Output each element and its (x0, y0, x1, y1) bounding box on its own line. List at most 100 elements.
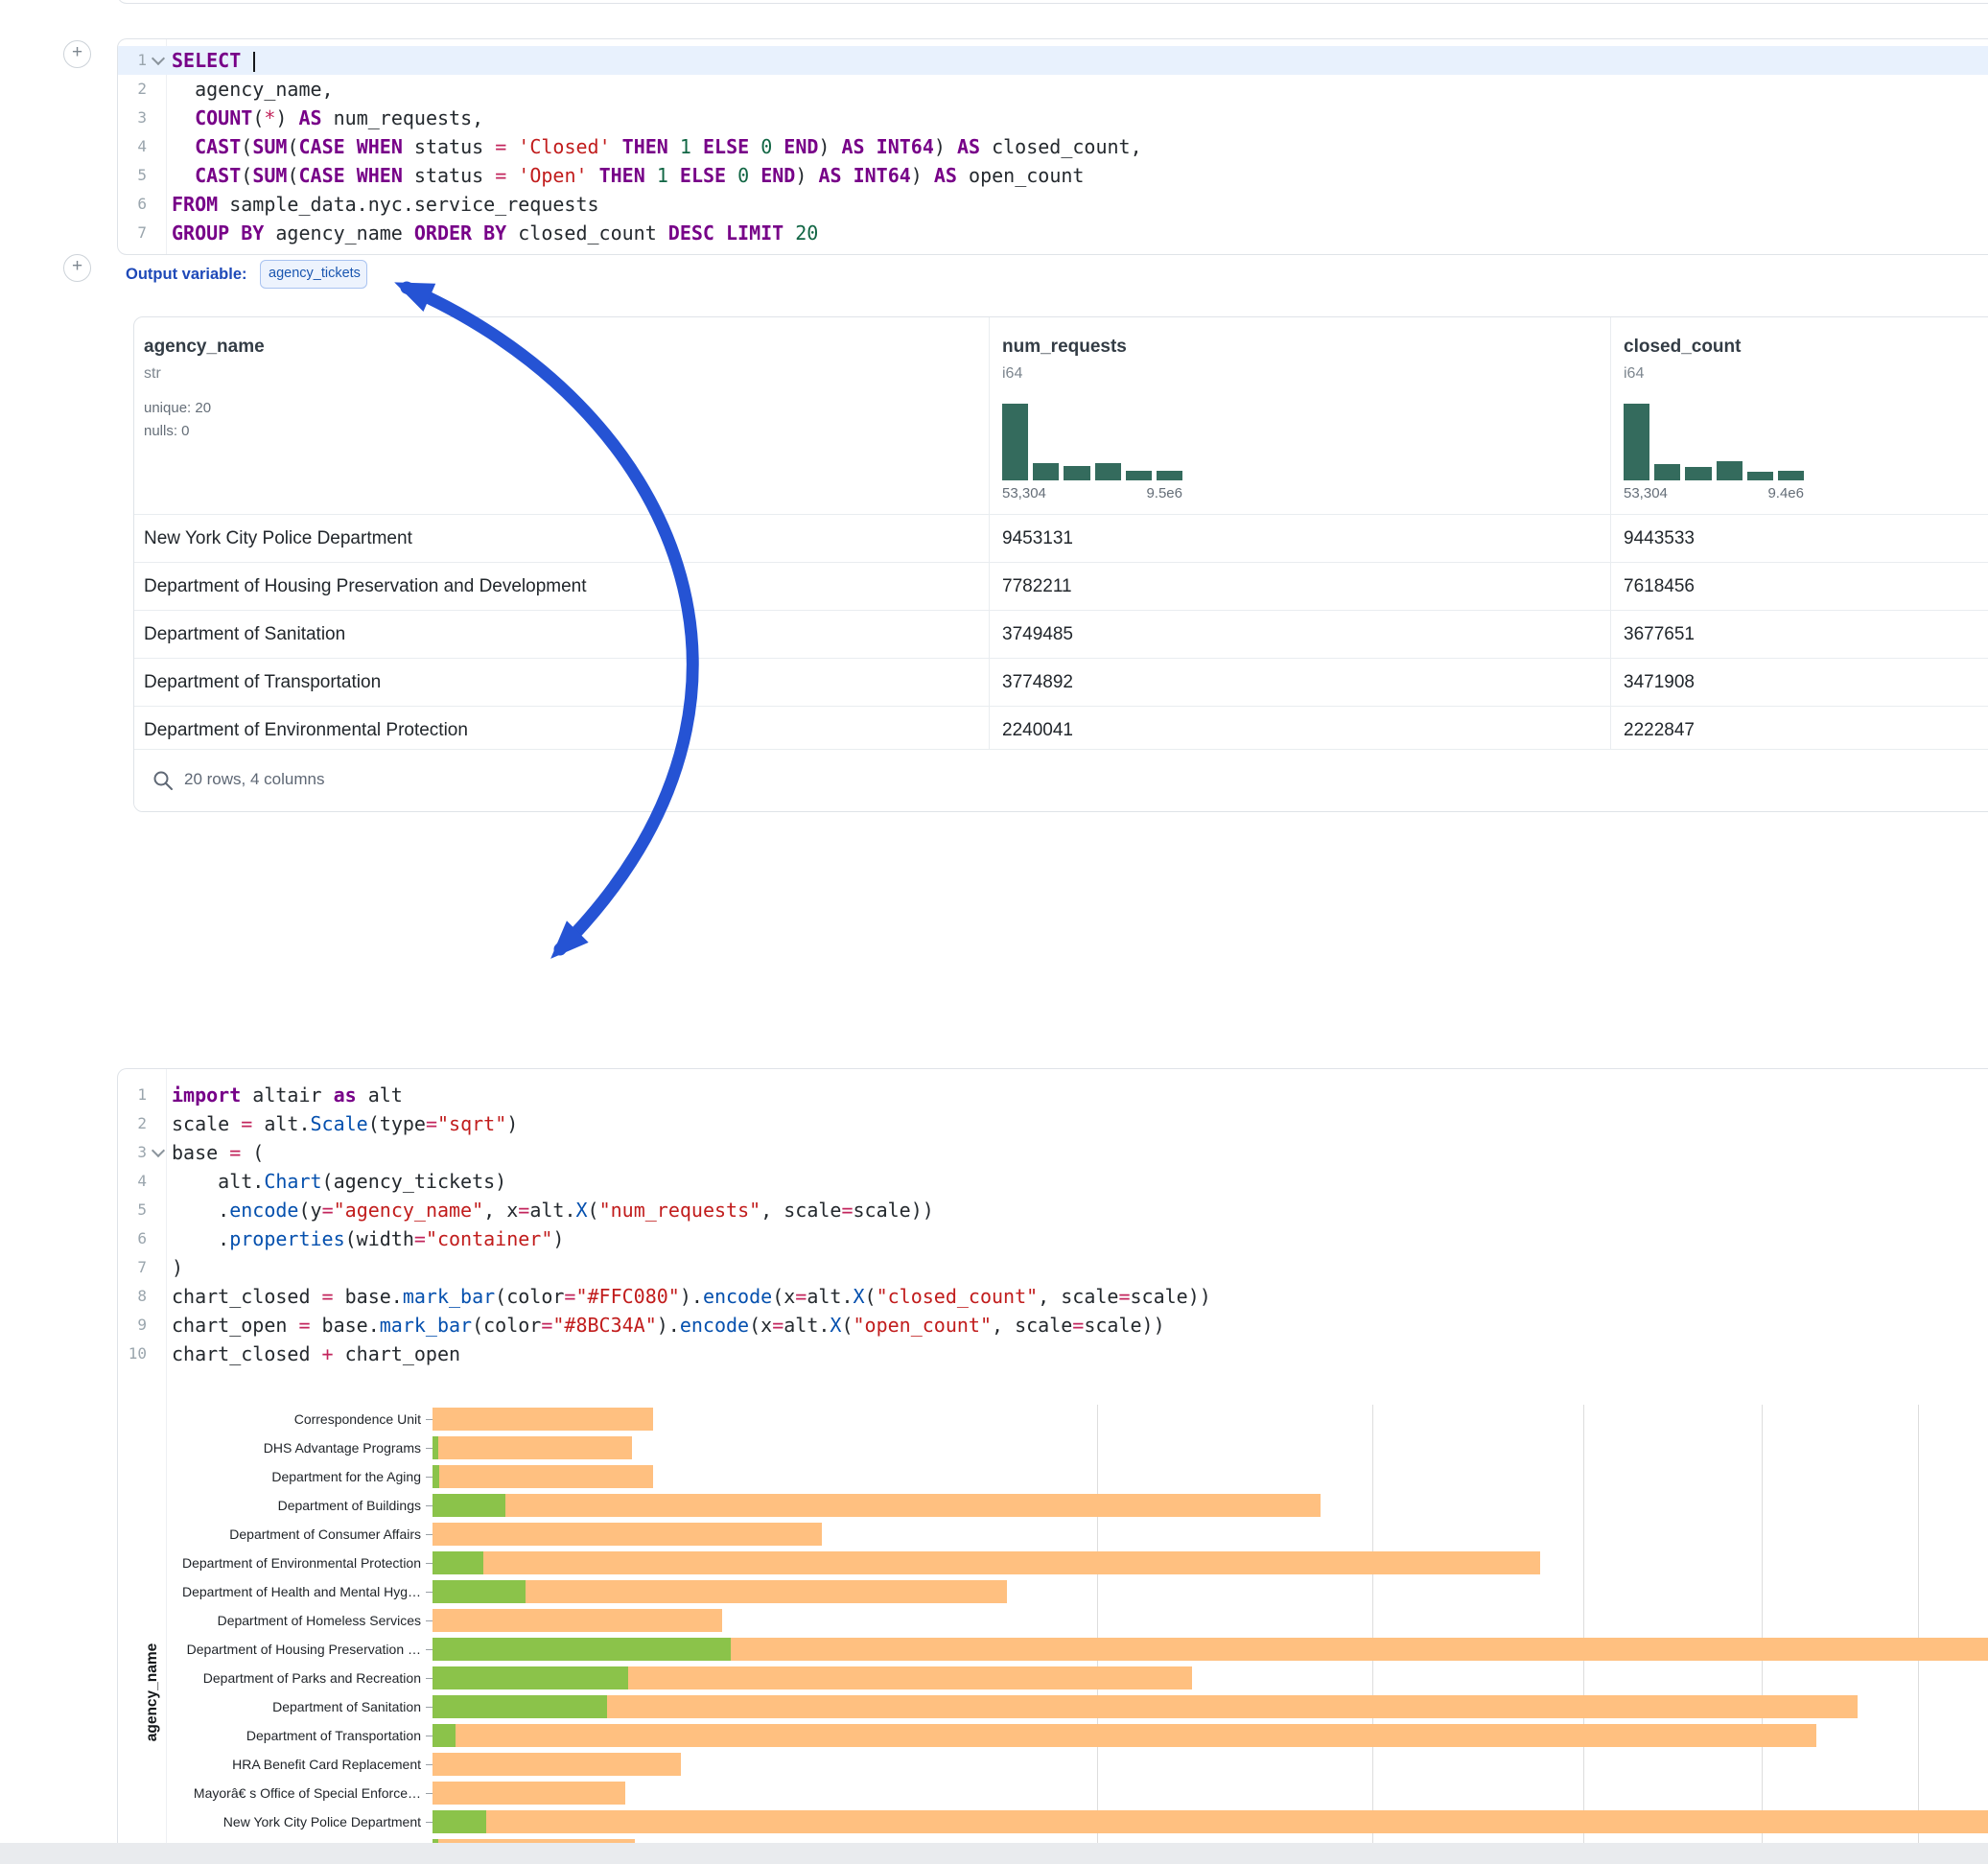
bar-closed (433, 1724, 1816, 1747)
y-axis-tick (426, 1620, 433, 1621)
code-text: CAST(SUM(CASE WHEN status = 'Closed' THE… (170, 132, 1142, 161)
table-row[interactable]: Department of Transportation377489234719… (134, 658, 1988, 706)
code-text: ) (170, 1253, 183, 1282)
fold-spacer (147, 104, 170, 132)
code-text: alt.Chart(agency_tickets) (170, 1167, 506, 1196)
code-text: FROM sample_data.nyc.service_requests (170, 190, 599, 219)
page-bottom-strip (0, 1843, 1988, 1864)
table-cell: 3749485 (1002, 611, 1073, 658)
histogram-bar (1126, 471, 1152, 480)
chart-y-axis-title: agency_name (141, 1405, 164, 1864)
sql-code-editor[interactable]: 1 SELECT 2 agency_name,3 COUNT(*) AS num_… (118, 46, 1988, 247)
histogram-bar (1778, 471, 1804, 480)
code-line[interactable]: 4 CAST(SUM(CASE WHEN status = 'Closed' T… (118, 132, 1988, 161)
code-line[interactable]: 7GROUP BY agency_name ORDER BY closed_co… (118, 219, 1988, 247)
column-stat: unique: 20 (144, 400, 211, 416)
column-stat: nulls: 0 (144, 423, 190, 439)
table-row[interactable]: Department of Sanitation37494853677651 (134, 610, 1988, 658)
fold-spacer (147, 1167, 170, 1196)
y-axis-tick (426, 1563, 433, 1564)
code-line[interactable]: 3base = ( (118, 1138, 1988, 1167)
line-number: 1 (118, 46, 147, 75)
y-axis-tick (426, 1793, 433, 1794)
code-line[interactable]: 3 COUNT(*) AS num_requests, (118, 104, 1988, 132)
code-line[interactable]: 8chart_closed = base.mark_bar(color="#FF… (118, 1282, 1988, 1311)
bar-open (433, 1436, 438, 1459)
chart-gridline (1583, 1405, 1584, 1864)
table-cell: 9443533 (1624, 515, 1695, 562)
fold-chevron-icon[interactable] (147, 46, 170, 75)
code-text: chart_closed + chart_open (170, 1340, 460, 1368)
table-cell: New York City Police Department (144, 515, 412, 562)
code-line[interactable]: 10chart_closed + chart_open (118, 1340, 1988, 1368)
code-line[interactable]: 5 CAST(SUM(CASE WHEN status = 'Open' THE… (118, 161, 1988, 190)
bar-closed (433, 1810, 1988, 1833)
code-text: SELECT (170, 46, 255, 75)
table-row[interactable]: Department of Environmental Protection22… (134, 706, 1988, 754)
bar-open (433, 1724, 456, 1747)
code-text: GROUP BY agency_name ORDER BY closed_cou… (170, 219, 818, 247)
bar-closed (433, 1782, 625, 1805)
code-line[interactable]: 6 FROM sample_data.nyc.service_requests (118, 190, 1988, 219)
fold-spacer (147, 161, 170, 190)
line-number: 5 (118, 1196, 147, 1224)
code-line[interactable]: 1import altair as alt (118, 1081, 1988, 1109)
code-text: base = ( (170, 1138, 264, 1167)
code-text: COUNT(*) AS num_requests, (170, 104, 483, 132)
code-line[interactable]: 1 SELECT (118, 46, 1988, 75)
histogram-bar (1654, 464, 1680, 480)
column-histogram (1624, 404, 1804, 480)
code-line[interactable]: 2scale = alt.Scale(type="sqrt") (118, 1109, 1988, 1138)
bar-closed (433, 1523, 822, 1546)
table-cell: Department of Sanitation (144, 611, 345, 658)
y-axis-tick (426, 1477, 433, 1478)
bar-closed (433, 1695, 1858, 1718)
code-text: .properties(width="container") (170, 1224, 564, 1253)
y-axis-tick (426, 1448, 433, 1449)
y-axis-tick (426, 1592, 433, 1593)
y-axis-tick (426, 1707, 433, 1708)
code-line[interactable]: 9chart_open = base.mark_bar(color="#8BC3… (118, 1311, 1988, 1340)
notebook-page: + + 1 SELECT 2 agency_name,3 COUNT(*) AS … (0, 0, 1988, 1864)
fold-spacer (147, 1224, 170, 1253)
code-line[interactable]: 6 .properties(width="container") (118, 1224, 1988, 1253)
table-cell: 7782211 (1002, 563, 1072, 610)
column-title: num_requests (1002, 337, 1127, 358)
bar-open (433, 1666, 628, 1689)
table-cell: 2240041 (1002, 707, 1073, 754)
bar-open (433, 1494, 505, 1517)
table-cell: 3471908 (1624, 659, 1695, 706)
output-variable-badge[interactable]: agency_tickets (260, 260, 367, 289)
bar-open (433, 1810, 486, 1833)
search-icon[interactable] (152, 769, 175, 797)
table-body: New York City Police Department945313194… (134, 514, 1988, 754)
bar-open (433, 1695, 607, 1718)
code-line[interactable]: 7) (118, 1253, 1988, 1282)
fold-chevron-icon[interactable] (147, 1138, 170, 1167)
python-cell: 1import altair as alt2scale = alt.Scale(… (117, 1068, 1988, 1864)
line-number: 3 (118, 104, 147, 132)
column-type: str (144, 365, 161, 383)
code-line[interactable]: 2 agency_name, (118, 75, 1988, 104)
bar-closed (433, 1551, 1540, 1574)
line-number: 6 (118, 190, 147, 219)
add-cell-button[interactable]: + (63, 254, 91, 282)
fold-spacer (147, 1253, 170, 1282)
fold-spacer (147, 1340, 170, 1368)
code-line[interactable]: 4 alt.Chart(agency_tickets) (118, 1167, 1988, 1196)
python-code-editor[interactable]: 1import altair as alt2scale = alt.Scale(… (118, 1081, 1988, 1368)
line-number: 5 (118, 161, 147, 190)
table-row[interactable]: New York City Police Department945313194… (134, 514, 1988, 562)
line-number: 2 (118, 1109, 147, 1138)
result-table: agency_namestrunique: 20nulls: 0num_requ… (133, 316, 1988, 812)
add-cell-button[interactable]: + (63, 40, 91, 68)
code-line[interactable]: 5 .encode(y="agency_name", x=alt.X("num_… (118, 1196, 1988, 1224)
fold-spacer (147, 1282, 170, 1311)
line-number: 2 (118, 75, 147, 104)
table-row[interactable]: Department of Housing Preservation and D… (134, 562, 1988, 610)
bar-closed (433, 1408, 653, 1431)
column-type: i64 (1002, 365, 1022, 383)
column-histogram (1002, 404, 1182, 480)
histogram-bar (1747, 472, 1773, 480)
line-number: 9 (118, 1311, 147, 1340)
